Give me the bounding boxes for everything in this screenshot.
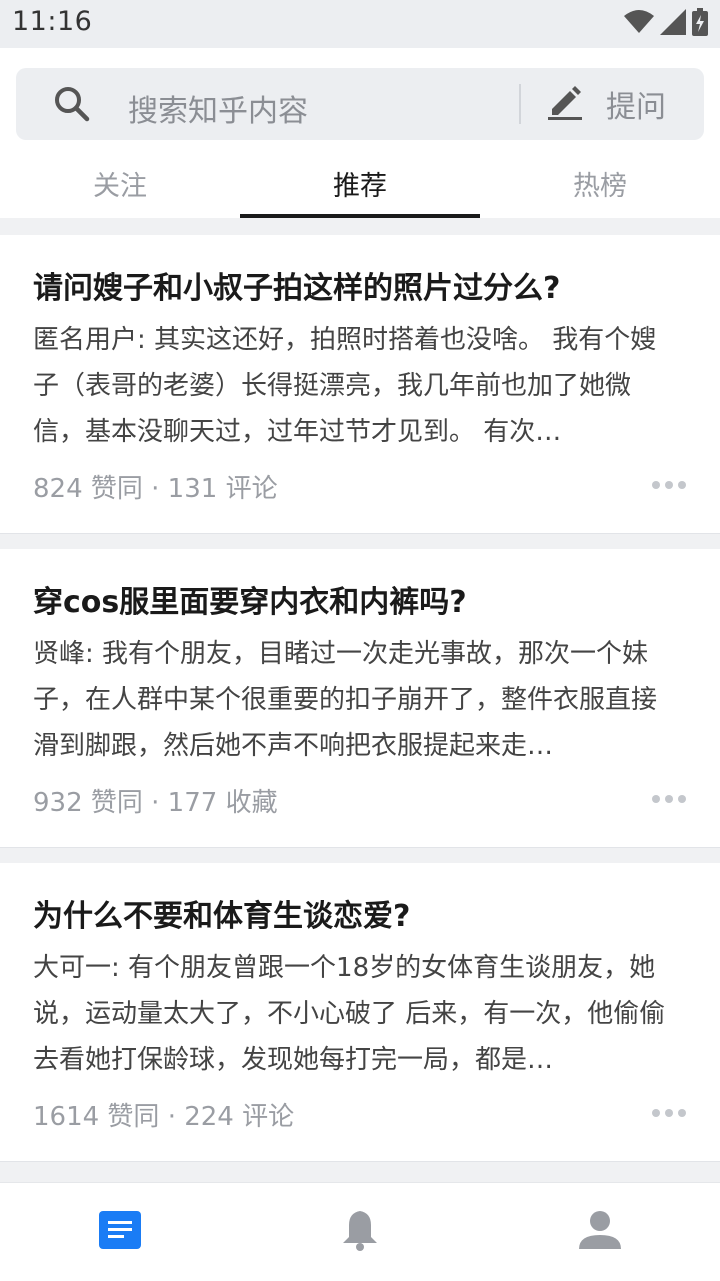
signal-icon — [660, 9, 686, 39]
more-options-icon[interactable] — [652, 481, 686, 489]
nav-profile[interactable] — [480, 1183, 720, 1281]
feed-card[interactable]: 为什么不要和体育生谈恋爱? 大可一: 有个朋友曾跟一个18岁的女体育生谈朋友，她… — [0, 863, 720, 1161]
card-title[interactable]: 穿cos服里面要穿内衣和内裤吗? — [33, 577, 693, 621]
more-options-icon[interactable] — [652, 795, 686, 803]
card-excerpt[interactable]: 匿名用户: 其实这还好，拍照时搭着也没啥。 我有个嫂子（表哥的老婆）长得挺漂亮，… — [33, 317, 673, 455]
feed-tabs: 关注 推荐 热榜 — [0, 150, 720, 218]
card-meta: 1614 赞同 · 224 评论 — [33, 1102, 295, 1132]
search-bar[interactable]: 搜索知乎内容 提问 — [16, 68, 704, 140]
nav-notifications[interactable] — [240, 1183, 480, 1281]
wifi-icon — [624, 10, 654, 38]
feed-list: 请问嫂子和小叔子拍这样的照片过分么? 匿名用户: 其实这还好，拍照时搭着也没啥。… — [0, 235, 720, 1177]
tab-recommended[interactable]: 推荐 — [240, 150, 480, 218]
search-input[interactable]: 搜索知乎内容 — [128, 86, 308, 130]
card-excerpt[interactable]: 大可一: 有个朋友曾跟一个18岁的女体育生谈朋友，她说，运动量太大了，不小心破了… — [33, 945, 673, 1083]
search-divider — [519, 84, 521, 124]
card-meta: 932 赞同 · 177 收藏 — [33, 788, 278, 818]
card-excerpt[interactable]: 贤峰: 我有个朋友，目睹过一次走光事故，那次一个妹子，在人群中某个很重要的扣子崩… — [33, 631, 673, 769]
status-bar: 11:16 — [0, 0, 720, 48]
search-icon — [54, 86, 90, 126]
tab-following[interactable]: 关注 — [0, 150, 240, 218]
battery-icon — [692, 8, 708, 40]
bottom-nav — [0, 1182, 720, 1281]
pencil-icon — [546, 83, 584, 125]
card-title[interactable]: 为什么不要和体育生谈恋爱? — [33, 891, 693, 935]
profile-icon — [579, 1211, 621, 1253]
ask-question-button[interactable]: 提问 — [546, 78, 696, 130]
home-feed-icon — [99, 1211, 141, 1253]
feed-card[interactable]: 请问嫂子和小叔子拍这样的照片过分么? 匿名用户: 其实这还好，拍照时搭着也没啥。… — [0, 235, 720, 533]
status-time: 11:16 — [12, 6, 93, 37]
tab-hot-list[interactable]: 热榜 — [480, 150, 720, 218]
ask-question-label: 提问 — [606, 90, 666, 125]
feed-card[interactable]: 穿cos服里面要穿内衣和内裤吗? 贤峰: 我有个朋友，目睹过一次走光事故，那次一… — [0, 549, 720, 847]
more-options-icon[interactable] — [652, 1109, 686, 1117]
top-header: 搜索知乎内容 提问 关注 推荐 热榜 — [0, 48, 720, 218]
status-icons — [624, 8, 708, 40]
card-title[interactable]: 请问嫂子和小叔子拍这样的照片过分么? — [33, 263, 693, 307]
card-meta: 824 赞同 · 131 评论 — [33, 474, 278, 504]
bell-icon — [341, 1209, 379, 1255]
nav-home[interactable] — [0, 1183, 240, 1281]
